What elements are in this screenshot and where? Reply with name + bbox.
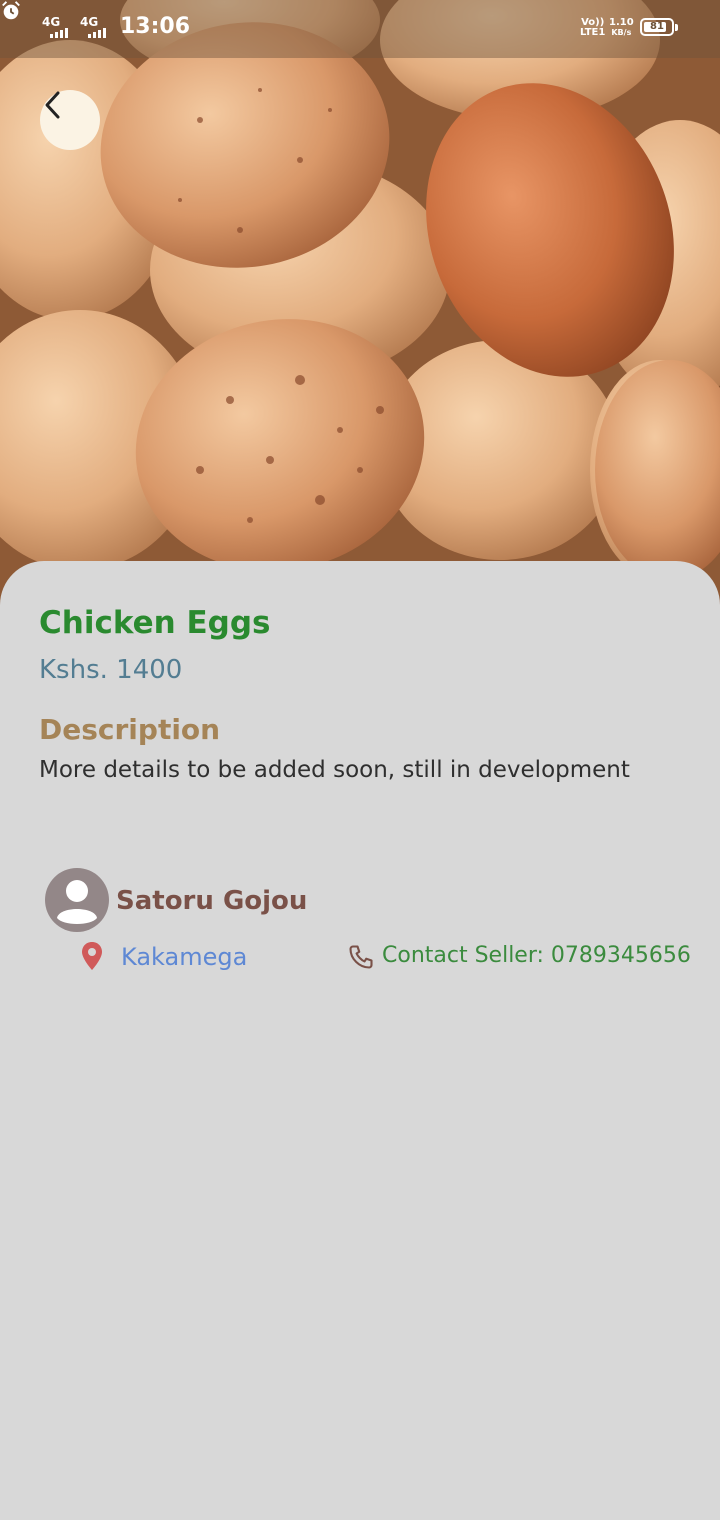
alarm-clock-icon xyxy=(2,1,20,20)
seller-name: Satoru Gojou xyxy=(116,886,308,916)
battery-tip xyxy=(675,24,678,31)
location-pin-icon xyxy=(82,942,102,970)
avatar xyxy=(45,868,109,932)
status-bar: 4G 4G 13:06 Vo)) LTE1 1.10 KB/s 81 xyxy=(0,0,720,58)
battery-level: 81 xyxy=(650,21,664,32)
description-heading: Description xyxy=(39,713,221,746)
product-title: Chicken Eggs xyxy=(39,605,271,641)
eggs-photo xyxy=(0,0,720,640)
signal-strength-icon xyxy=(50,28,68,38)
seller-location[interactable]: Kakamega xyxy=(121,943,247,971)
network-speed: 1.10 KB/s xyxy=(609,17,634,38)
network-indicator-1: 4G xyxy=(42,15,61,29)
battery-icon: 81 xyxy=(640,18,674,36)
description-text: More details to be added soon, still in … xyxy=(39,757,630,783)
signal-strength-icon xyxy=(88,28,106,38)
back-button[interactable] xyxy=(40,90,100,150)
phone-icon[interactable] xyxy=(347,943,375,971)
chevron-left-icon xyxy=(45,91,60,119)
contact-seller-link[interactable]: Contact Seller: 0789345656 xyxy=(382,943,691,968)
product-details-card: Chicken Eggs Kshs. 1400 Description More… xyxy=(0,561,720,1520)
clock: 13:06 xyxy=(120,14,191,39)
volte-indicator: Vo)) LTE1 xyxy=(580,17,606,38)
product-price: Kshs. 1400 xyxy=(39,655,183,685)
person-icon xyxy=(57,880,97,924)
network-indicator-2: 4G xyxy=(80,15,99,29)
product-image: 4G 4G 13:06 Vo)) LTE1 1.10 KB/s 81 xyxy=(0,0,720,640)
